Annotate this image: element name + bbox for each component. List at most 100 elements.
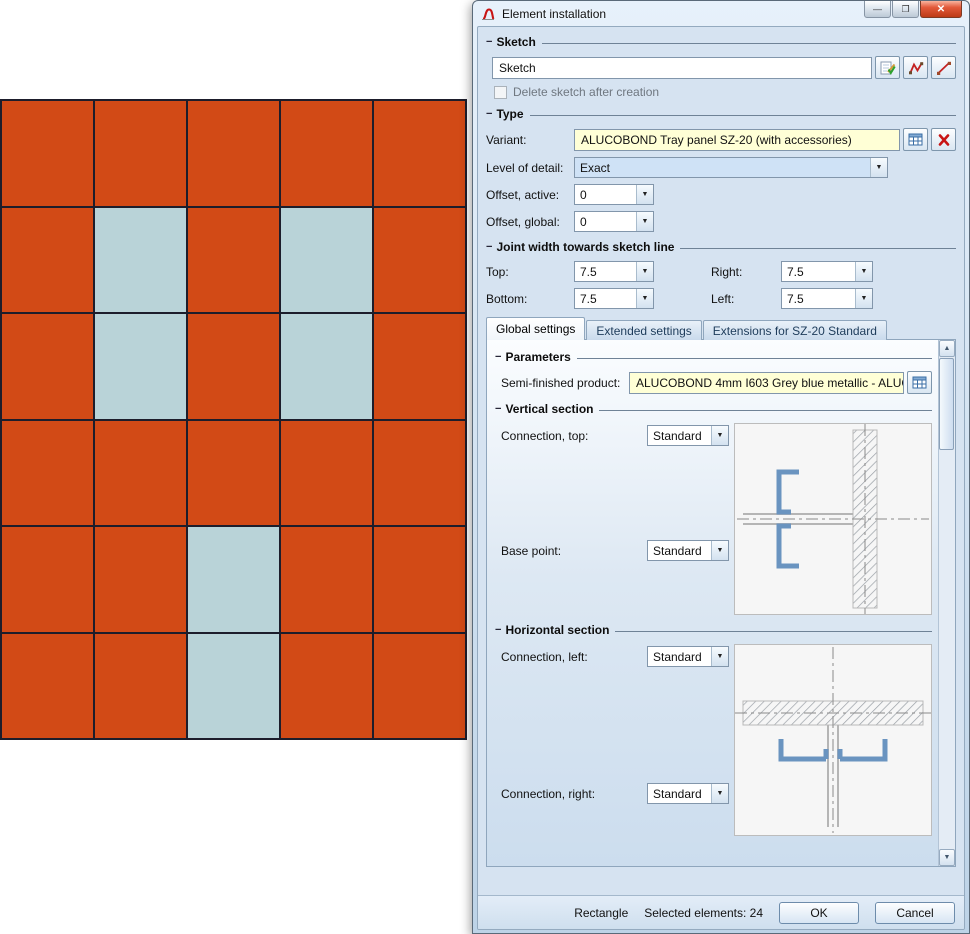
vertical-scrollbar[interactable]: ▲ ▼ [938,340,955,866]
facade-panel-selected[interactable] [2,527,93,632]
tab-extensions-sz20[interactable]: Extensions for SZ-20 Standard [703,320,887,340]
facade-panel-selected[interactable] [374,527,465,632]
level-of-detail-label: Level of detail: [486,161,574,175]
facade-panel-unselected[interactable] [188,634,279,739]
table-icon [912,376,928,390]
cancel-button[interactable]: Cancel [875,902,955,924]
chevron-down-icon: ▼ [870,158,887,177]
sketch-name-input[interactable]: Sketch [492,57,872,79]
facade-panel-selected[interactable] [2,101,93,206]
maximize-button[interactable]: ❐ [892,1,919,18]
joint-top-combo[interactable]: 7.5 ▼ [574,261,654,282]
variant-delete-button[interactable] [931,128,956,151]
settings-tabs: Global settings Extended settings Extens… [486,317,956,340]
offset-global-combo[interactable]: 0 ▼ [574,211,654,232]
tab-extended-settings[interactable]: Extended settings [586,320,701,340]
collapse-icon[interactable]: − [495,352,501,362]
chevron-down-icon: ▼ [855,262,872,281]
table-icon [908,133,924,147]
chevron-down-icon: ▼ [636,289,653,308]
chevron-down-icon: ▼ [636,262,653,281]
collapse-icon[interactable]: − [486,37,492,47]
element-installation-dialog: Element installation — ❐ ✕ − Sketch Sket… [472,0,970,934]
facade-panel-selected[interactable] [281,527,372,632]
base-point-combo[interactable]: Standard ▼ [647,540,729,561]
facade-panel-selected[interactable] [281,634,372,739]
facade-panel-unselected[interactable] [281,208,372,313]
facade-panel-selected[interactable] [374,208,465,313]
facade-panel-selected[interactable] [281,421,372,526]
connection-left-combo[interactable]: Standard ▼ [647,646,729,667]
facade-panel-selected[interactable] [95,634,186,739]
edit-sketch-button[interactable] [875,56,900,79]
group-rule [615,631,932,632]
scroll-down-icon[interactable]: ▼ [939,849,955,866]
facade-panel-selected[interactable] [2,634,93,739]
delete-sketch-checkbox[interactable] [494,86,507,99]
chevron-down-icon: ▼ [636,212,653,231]
facade-panel-unselected[interactable] [95,208,186,313]
scrollbar-thumb[interactable] [939,358,954,450]
collapse-icon[interactable]: − [486,109,492,119]
window-title: Element installation [502,7,606,21]
variant-field[interactable]: ALUCOBOND Tray panel SZ-20 (with accesso… [574,129,900,151]
collapse-icon[interactable]: − [486,242,492,252]
facade-panel-selected[interactable] [374,314,465,419]
joint-right-label: Right: [711,265,781,279]
product-browse-button[interactable] [907,371,932,394]
facade-panel-selected[interactable] [188,101,279,206]
facade-panel-selected[interactable] [188,314,279,419]
semi-finished-product-field[interactable]: ALUCOBOND 4mm I603 Grey blue metallic - … [629,372,904,394]
joint-right-combo[interactable]: 7.5 ▼ [781,261,873,282]
connection-right-label: Connection, right: [501,787,647,801]
facade-panel-selected[interactable] [374,101,465,206]
horizontal-section-preview [734,644,932,836]
facade-panel-selected[interactable] [281,101,372,206]
titlebar[interactable]: Element installation — ❐ ✕ [477,1,965,26]
level-of-detail-combo[interactable]: Exact ▼ [574,157,888,178]
facade-panel-selected[interactable] [2,208,93,313]
chevron-down-icon: ▼ [855,289,872,308]
facade-panel-selected[interactable] [374,634,465,739]
facade-panel-selected[interactable] [2,314,93,419]
chevron-down-icon: ▼ [711,426,728,445]
scroll-up-icon[interactable]: ▲ [939,340,955,357]
facade-panel-selected[interactable] [188,208,279,313]
scrollbar-track[interactable] [939,357,955,849]
offset-active-combo[interactable]: 0 ▼ [574,184,654,205]
facade-panel-selected[interactable] [95,101,186,206]
collapse-icon[interactable]: − [495,625,501,635]
facade-panel-selected[interactable] [188,421,279,526]
vertical-section-preview [734,423,932,615]
ok-button[interactable]: OK [779,902,859,924]
joint-bottom-combo[interactable]: 7.5 ▼ [574,288,654,309]
joint-left-combo[interactable]: 7.5 ▼ [781,288,873,309]
minimize-button[interactable]: — [864,1,891,18]
close-button[interactable]: ✕ [920,1,962,18]
facade-panel-unselected[interactable] [95,314,186,419]
joint-top-label: Top: [486,265,574,279]
facade-panel-selected[interactable] [374,421,465,526]
mode-status: Rectangle [574,906,628,920]
collapse-icon[interactable]: − [495,404,501,414]
connection-top-label: Connection, top: [501,429,647,443]
parameters-group: − Parameters Semi-finished product: ALUC… [495,350,932,394]
facade-panel-selected[interactable] [95,527,186,632]
draw-line-button[interactable] [931,56,956,79]
variant-browse-button[interactable] [903,128,928,151]
connection-top-combo[interactable]: Standard ▼ [647,425,729,446]
joint-width-legend: Joint width towards sketch line [496,240,674,254]
tab-global-settings[interactable]: Global settings [486,317,585,340]
facade-panel-selected[interactable] [95,421,186,526]
facade-panel-unselected[interactable] [281,314,372,419]
delete-sketch-label: Delete sketch after creation [513,85,659,99]
facade-panel-selected[interactable] [2,421,93,526]
connection-left-label: Connection, left: [501,650,647,664]
facade-panel-unselected[interactable] [188,527,279,632]
red-x-icon [937,133,951,147]
joint-width-group: − Joint width towards sketch line Top: 7… [486,240,956,309]
draw-polyline-button[interactable] [903,56,928,79]
connection-right-combo[interactable]: Standard ▼ [647,783,729,804]
dialog-content: − Sketch Sketch [478,27,964,895]
selected-elements-status: Selected elements: 24 [644,906,763,920]
